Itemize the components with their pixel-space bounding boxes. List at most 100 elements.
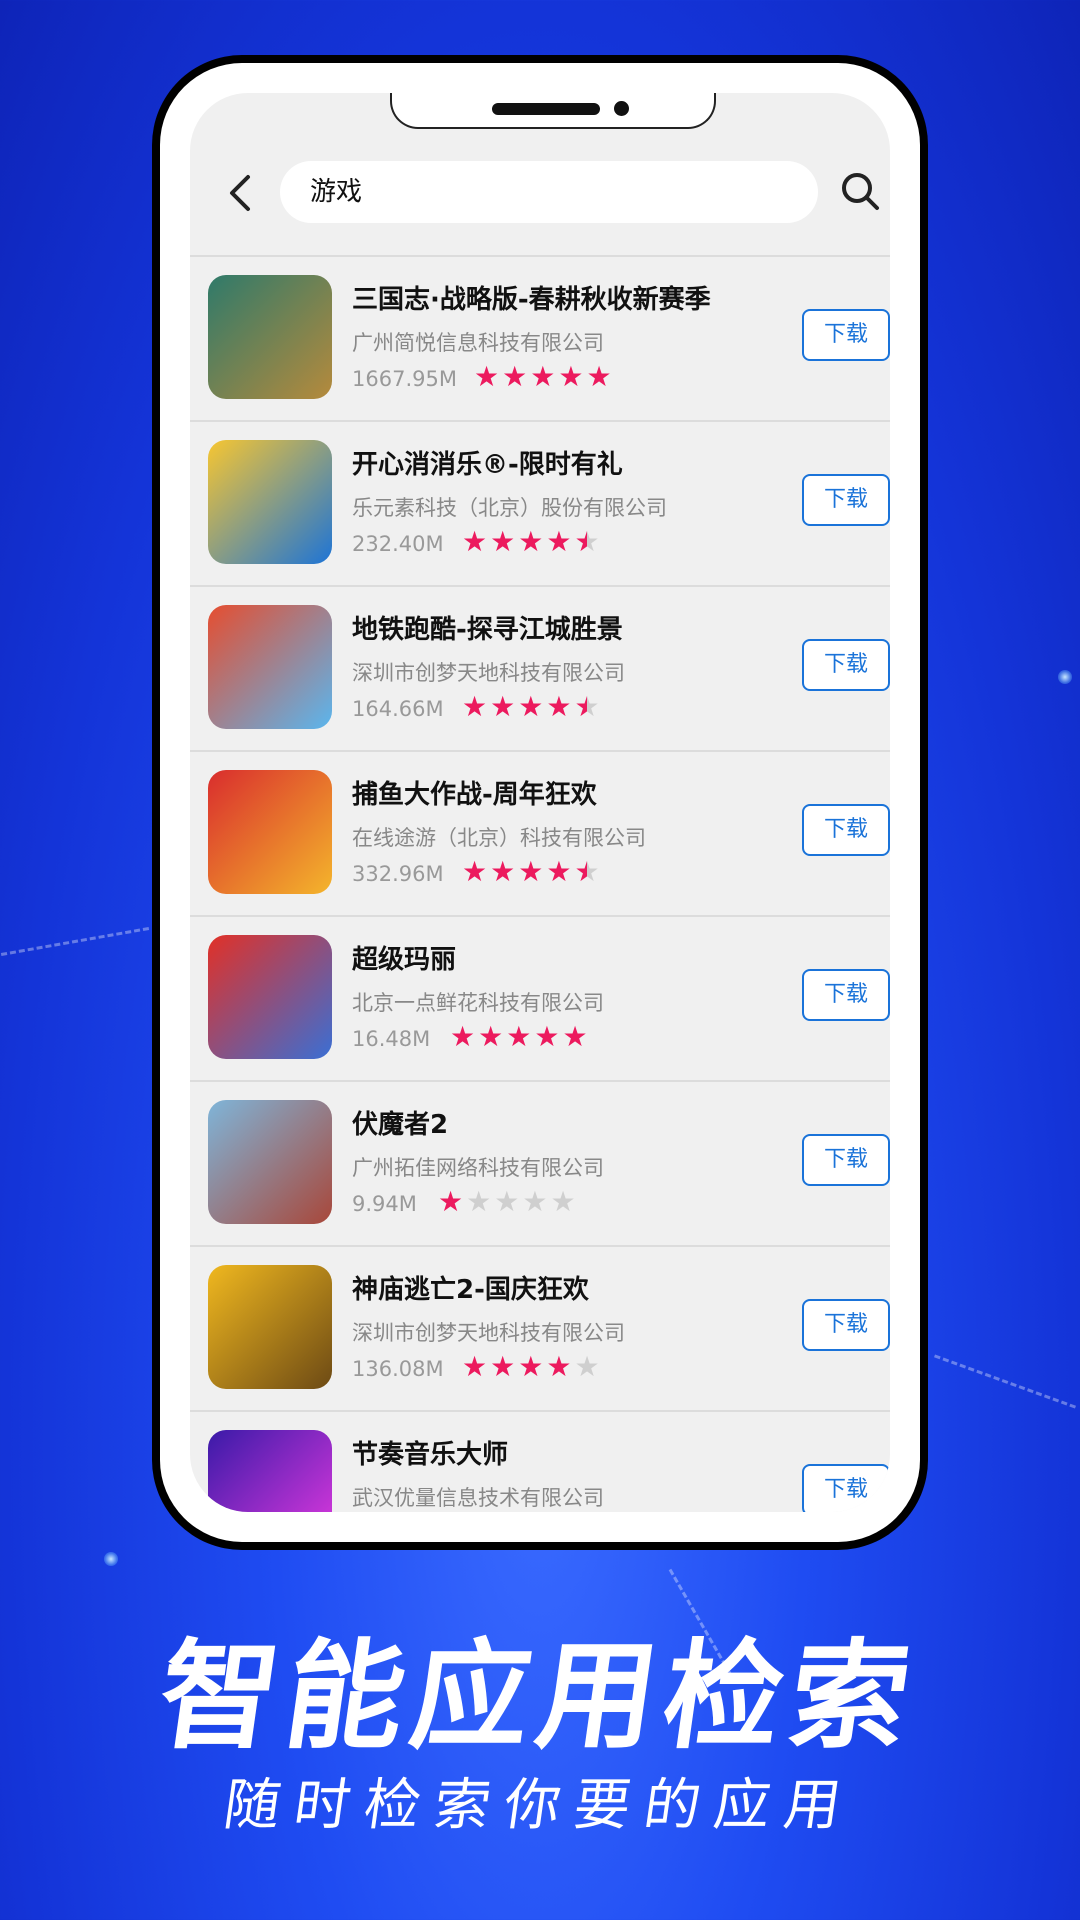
app-icon[interactable] [208, 605, 332, 729]
phone-frame: 游戏 三国志·战略版-春耕秋收新赛季 广州简悦信息科技有限公司 1667.95M ★ ★… [152, 55, 928, 1550]
star-icon: ★ [546, 1350, 572, 1383]
star-icon: ★ [574, 690, 600, 723]
phone-bezel: 游戏 三国志·战略版-春耕秋收新赛季 广州简悦信息科技有限公司 1667.95M ★ ★… [160, 63, 920, 1542]
download-button[interactable]: 下载 [802, 474, 890, 526]
star-icon: ★ [490, 690, 516, 723]
app-developer: 广州简悦信息科技有限公司 [352, 331, 604, 355]
app-list: 三国志·战略版-春耕秋收新赛季 广州简悦信息科技有限公司 1667.95M ★ ★ ★ ★ ★… [190, 255, 890, 1512]
app-title[interactable]: 神庙逃亡2-国庆狂欢 [352, 1269, 589, 1306]
star-icon: ★ [450, 1020, 476, 1053]
star-icon: ★ [586, 360, 612, 393]
app-size: 332.96M [352, 862, 444, 886]
star-icon: ★ [574, 1350, 600, 1383]
download-button[interactable]: 下载 [802, 309, 890, 361]
promo-headline: 智能应用检索 [150, 1627, 927, 1765]
star-icon: ★ [462, 525, 488, 558]
star-icon: ★ [462, 690, 488, 723]
star-icon: ★ [474, 360, 500, 393]
star-icon: ★ [478, 1020, 504, 1053]
download-button[interactable]: 下载 [802, 639, 890, 691]
star-icon: ★ [534, 1020, 560, 1053]
app-icon[interactable] [208, 1265, 332, 1389]
app-developer: 深圳市创梦天地科技有限公司 [352, 1321, 625, 1345]
search-input[interactable]: 游戏 [280, 161, 818, 223]
app-title[interactable]: 捕鱼大作战-周年狂欢 [352, 774, 597, 811]
app-icon[interactable] [208, 935, 332, 1059]
app-developer: 深圳市创梦天地科技有限公司 [352, 661, 625, 685]
app-developer: 北京一点鲜花科技有限公司 [352, 991, 604, 1015]
app-title[interactable]: 三国志·战略版-春耕秋收新赛季 [352, 279, 711, 316]
star-icon: ★ [574, 855, 600, 888]
app-size: 1667.95M [352, 367, 457, 391]
star-icon: ★ [518, 525, 544, 558]
rating-stars: ★ ★ ★ ★ ★ [450, 1021, 588, 1053]
app-title[interactable]: 伏魔者2 [352, 1104, 448, 1141]
star-icon: ★ [530, 360, 556, 393]
app-icon[interactable] [208, 275, 332, 399]
star-icon: ★ [462, 1350, 488, 1383]
app-developer: 武汉优量信息技术有限公司 [352, 1486, 604, 1510]
star-icon: ★ [438, 1185, 464, 1218]
app-list-item[interactable]: 伏魔者2 广州拓佳网络科技有限公司 9.94M ★ ★ ★ ★ ★ 下载 [190, 1080, 890, 1245]
app-icon[interactable] [208, 770, 332, 894]
star-icon: ★ [502, 360, 528, 393]
rating-stars: ★ ★ ★ ★ ★ [462, 526, 600, 558]
star-icon: ★ [546, 690, 572, 723]
camera [614, 101, 629, 116]
app-icon[interactable] [208, 1100, 332, 1224]
star-icon: ★ [518, 690, 544, 723]
promo-subline: 随时检索你要的应用 [219, 1773, 859, 1838]
rating-stars: ★ ★ ★ ★ ★ [474, 361, 612, 393]
app-list-item[interactable]: 捕鱼大作战-周年狂欢 在线途游（北京）科技有限公司 332.96M ★ ★ ★ ★ ★ 下载 [190, 750, 890, 915]
star-icon: ★ [494, 1185, 520, 1218]
star-icon: ★ [518, 855, 544, 888]
app-size: 9.94M [352, 1192, 417, 1216]
star-icon: ★ [466, 1185, 492, 1218]
rating-stars: ★ ★ ★ ★ ★ [438, 1186, 576, 1218]
star-icon: ★ [522, 1185, 548, 1218]
speaker [492, 103, 600, 115]
app-title[interactable]: 超级玛丽 [352, 939, 456, 976]
download-button[interactable]: 下载 [802, 804, 890, 856]
star-icon: ★ [546, 855, 572, 888]
decor-dash [0, 926, 150, 957]
app-developer: 广州拓佳网络科技有限公司 [352, 1156, 604, 1180]
app-developer: 乐元素科技（北京）股份有限公司 [352, 496, 667, 520]
search-icon[interactable] [838, 169, 882, 213]
rating-stars: ★ ★ ★ ★ ★ [462, 691, 600, 723]
rating-stars: ★ ★ ★ ★ ★ [462, 856, 600, 888]
app-title[interactable]: 开心消消乐®-限时有礼 [352, 444, 623, 481]
app-list-item[interactable]: 节奏音乐大师武汉优量信息技术有限公司134.49M★★★★★下载 [190, 1410, 890, 1512]
app-list-item[interactable]: 开心消消乐®-限时有礼 乐元素科技（北京）股份有限公司 232.40M ★ ★ ★ ★ ★ 下载 [190, 420, 890, 585]
star-icon: ★ [574, 525, 600, 558]
star-icon: ★ [506, 1020, 532, 1053]
rating-stars: ★ ★ ★ ★ ★ [462, 1351, 600, 1383]
app-title[interactable]: 节奏音乐大师 [352, 1434, 508, 1471]
star-icon: ★ [490, 1350, 516, 1383]
app-size: 232.40M [352, 532, 444, 556]
phone-notch [390, 93, 716, 129]
app-list-item[interactable]: 神庙逃亡2-国庆狂欢 深圳市创梦天地科技有限公司 136.08M ★ ★ ★ ★ ★ 下载 [190, 1245, 890, 1410]
app-icon[interactable] [208, 440, 332, 564]
app-list-item[interactable]: 三国志·战略版-春耕秋收新赛季 广州简悦信息科技有限公司 1667.95M ★ ★ ★ ★ ★… [190, 255, 890, 420]
app-size: 164.66M [352, 697, 444, 721]
app-list-item[interactable]: 超级玛丽 北京一点鲜花科技有限公司 16.48M ★ ★ ★ ★ ★ 下载 [190, 915, 890, 1080]
decor-dash [934, 1354, 1076, 1409]
app-icon[interactable] [208, 1430, 332, 1512]
star-icon: ★ [550, 1185, 576, 1218]
star-icon: ★ [546, 525, 572, 558]
star-icon: ★ [462, 855, 488, 888]
download-button[interactable]: 下载 [802, 1464, 890, 1512]
app-title[interactable]: 地铁跑酷-探寻江城胜景 [352, 609, 623, 646]
star-icon: ★ [558, 360, 584, 393]
search-bar: 游戏 [190, 153, 890, 237]
back-arrow-icon[interactable] [220, 165, 260, 221]
app-list-item[interactable]: 地铁跑酷-探寻江城胜景 深圳市创梦天地科技有限公司 164.66M ★ ★ ★ ★ ★ 下载 [190, 585, 890, 750]
star-icon: ★ [490, 525, 516, 558]
download-button[interactable]: 下载 [802, 969, 890, 1021]
app-developer: 在线途游（北京）科技有限公司 [352, 826, 646, 850]
star-icon: ★ [490, 855, 516, 888]
decor-light-dot [1058, 670, 1072, 684]
download-button[interactable]: 下载 [802, 1299, 890, 1351]
download-button[interactable]: 下载 [802, 1134, 890, 1186]
